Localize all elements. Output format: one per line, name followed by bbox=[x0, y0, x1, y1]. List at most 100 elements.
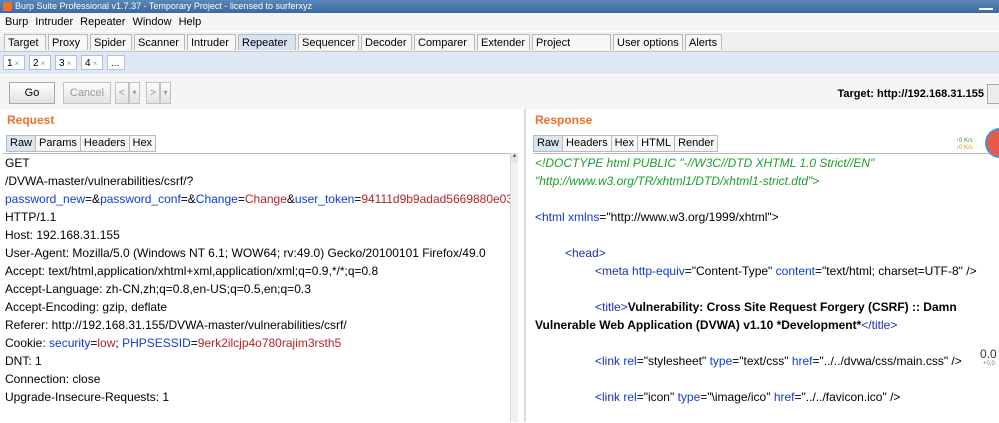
request-line: Referer: http://192.168.31.155/DVWA-mast… bbox=[3, 316, 510, 334]
tab-intruder[interactable]: Intruder bbox=[187, 34, 236, 50]
tab-user-options[interactable]: User options bbox=[613, 34, 683, 50]
menu-burp[interactable]: Burp bbox=[0, 13, 30, 31]
response-line bbox=[533, 370, 999, 388]
response-tab-raw[interactable]: Raw bbox=[533, 135, 564, 152]
repeater-tab-bar: 1 × 2 × 3 × 4 ×... bbox=[0, 52, 999, 74]
request-text: /DVWA-master/vulnerabilities/csrf/? bbox=[5, 174, 194, 188]
response-tab-hex[interactable]: Hex bbox=[610, 135, 639, 152]
param-name: PHPSESSID bbox=[122, 336, 191, 350]
minimize-icon[interactable] bbox=[979, 3, 993, 10]
go-button[interactable]: Go bbox=[9, 82, 55, 104]
param-name: user_token bbox=[294, 192, 355, 206]
request-line: GET bbox=[3, 154, 510, 172]
response-tab-headers[interactable]: Headers bbox=[562, 135, 612, 152]
close-tab-icon[interactable]: × bbox=[67, 59, 72, 68]
repeater-tab-label: 1 bbox=[7, 58, 13, 69]
request-editor[interactable]: GET/DVWA-master/vulnerabilities/csrf/? pa… bbox=[3, 153, 510, 423]
tab-repeater[interactable]: Repeater bbox=[238, 34, 296, 50]
repeater-tab-label: ... bbox=[111, 58, 120, 69]
scroll-up-icon[interactable]: ▲ bbox=[511, 153, 518, 163]
window-titlebar: Burp Suite Professional v1.7.37 - Tempor… bbox=[0, 0, 999, 13]
response-tab-render[interactable]: Render bbox=[674, 135, 719, 152]
menu-help[interactable]: Help bbox=[174, 13, 204, 31]
pane-splitter[interactable] bbox=[524, 109, 526, 422]
request-tab-hex[interactable]: Hex bbox=[128, 135, 157, 152]
html-tag: <title> bbox=[595, 300, 628, 314]
html-tag: </title> bbox=[861, 318, 898, 332]
html-attr: rel bbox=[623, 354, 637, 368]
tab-comparer[interactable]: Comparer bbox=[414, 34, 475, 50]
cancel-button[interactable]: Cancel bbox=[63, 82, 111, 104]
repeater-tab-1[interactable]: 1 × bbox=[3, 55, 25, 70]
request-text: =& bbox=[85, 192, 101, 206]
response-line: <link rel="icon" type="\image/ico" href=… bbox=[533, 388, 999, 406]
request-line: DNT: 1 bbox=[3, 352, 510, 370]
close-tab-icon[interactable]: × bbox=[41, 59, 46, 68]
request-line: Cookie: security=low; PHPSESSID=9erk2ilc… bbox=[3, 334, 510, 352]
repeater-tab-2[interactable]: 2 × bbox=[29, 55, 51, 70]
tab-spider[interactable]: Spider bbox=[90, 34, 132, 50]
menu-window[interactable]: Window bbox=[127, 13, 173, 31]
tab-proxy[interactable]: Proxy bbox=[48, 34, 88, 50]
history-forward-menu-icon[interactable]: ▾ bbox=[160, 82, 171, 104]
request-text: = bbox=[237, 192, 245, 206]
history-back-menu-icon[interactable]: ▾ bbox=[129, 82, 140, 104]
request-text: Accept: text/html,application/xhtml+xml,… bbox=[5, 264, 379, 278]
menu-intruder[interactable]: Intruder bbox=[30, 13, 75, 31]
request-text: Accept-Encoding: gzip, deflate bbox=[5, 300, 168, 314]
response-line bbox=[533, 226, 999, 244]
response-line: <meta http-equiv="Content-Type" content=… bbox=[533, 262, 999, 280]
request-line: User-Agent: Mozilla/5.0 (Windows NT 6.1;… bbox=[3, 244, 510, 262]
target-label: Target: http://192.168.31.155 bbox=[837, 88, 984, 100]
html-tag: <link bbox=[595, 354, 624, 368]
param-value: 9erk2ilcjp4o780rajim3rsth5 bbox=[197, 336, 342, 350]
edit-target-icon[interactable] bbox=[987, 84, 999, 104]
tab-decoder[interactable]: Decoder bbox=[361, 34, 412, 50]
response-tab-html[interactable]: HTML bbox=[637, 135, 676, 152]
repeater-tab-4[interactable]: 4 × bbox=[81, 55, 103, 70]
side-metric-sub: +0.0 bbox=[983, 361, 995, 367]
burp-app-icon bbox=[3, 2, 12, 11]
response-line: <title>Vulnerability: Cross Site Request… bbox=[533, 298, 999, 316]
html-attr: type bbox=[677, 390, 701, 404]
html-attr: rel bbox=[623, 390, 637, 404]
close-tab-icon[interactable]: × bbox=[15, 59, 20, 68]
request-text: & bbox=[286, 192, 295, 206]
history-back-icon[interactable]: < bbox=[115, 82, 129, 104]
tab-target[interactable]: Target bbox=[4, 34, 46, 50]
download-speed: ↓0 K/s bbox=[956, 145, 973, 151]
close-tab-icon[interactable]: × bbox=[93, 59, 98, 68]
response-editor[interactable]: <!DOCTYPE html PUBLIC "-//W3C//DTD XHTML… bbox=[533, 153, 999, 423]
main-tab-bar: Target Proxy Spider Scanner Intruder Repeater… bbox=[0, 32, 999, 65]
menu-repeater[interactable]: Repeater bbox=[75, 13, 127, 31]
response-line: Vulnerable Web Application (DVWA) v1.10 … bbox=[533, 316, 999, 334]
param-value: Change bbox=[244, 192, 287, 206]
response-title: Response bbox=[535, 113, 593, 127]
param-name: password_new bbox=[5, 192, 86, 206]
tab-sequencer[interactable]: Sequencer bbox=[298, 34, 359, 50]
request-tab-raw[interactable]: Raw bbox=[6, 135, 37, 152]
tab-alerts[interactable]: Alerts bbox=[685, 34, 722, 50]
tab-scanner[interactable]: Scanner bbox=[134, 34, 185, 50]
request-text: Accept-Language: zh-CN,zh;q=0.8,en-US;q=… bbox=[5, 282, 311, 296]
response-line bbox=[533, 280, 999, 298]
request-text: Cookie: bbox=[5, 336, 50, 350]
repeater-tab-3[interactable]: 3 × bbox=[55, 55, 77, 70]
tab-extender[interactable]: Extender bbox=[477, 34, 530, 50]
response-text: ="\image/ico" bbox=[700, 390, 774, 404]
request-line: Accept: text/html,application/xhtml+xml,… bbox=[3, 262, 510, 280]
request-line: Accept-Encoding: gzip, deflate bbox=[3, 298, 510, 316]
response-line bbox=[533, 190, 999, 208]
tab-project-options[interactable]: Project options bbox=[532, 34, 611, 65]
request-tab-params[interactable]: Params bbox=[35, 135, 81, 152]
repeater-tab-more[interactable]: ... bbox=[107, 55, 125, 70]
request-tab-headers[interactable]: Headers bbox=[79, 135, 130, 152]
history-forward-icon[interactable]: > bbox=[146, 82, 160, 104]
response-text: ="icon" bbox=[636, 390, 678, 404]
html-attr: href bbox=[773, 390, 795, 404]
request-scrollbar[interactable]: ▲ bbox=[510, 153, 518, 422]
request-line: Host: 192.168.31.155 bbox=[3, 226, 510, 244]
param-value: low bbox=[97, 336, 116, 350]
request-text: Referer: http://192.168.31.155/DVWA-mast… bbox=[5, 318, 347, 332]
response-text: ="text/html; charset=UTF-8" /> bbox=[815, 264, 977, 278]
